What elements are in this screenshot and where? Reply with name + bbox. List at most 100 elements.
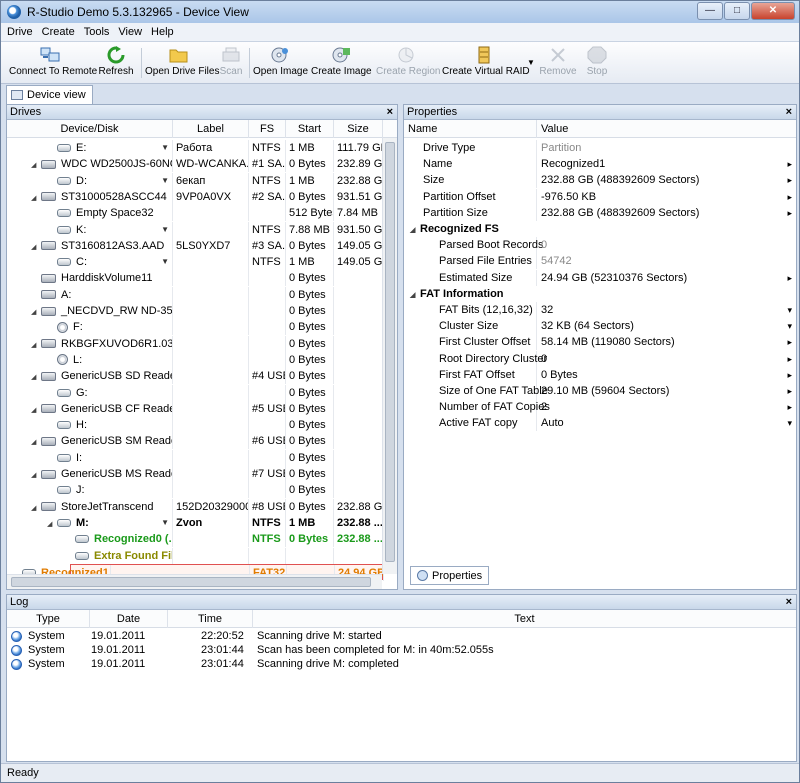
drive-row[interactable]: J: 0 Bytes [7,482,383,499]
drives-panel-close-icon[interactable]: × [387,105,393,120]
dropdown-arrow-icon[interactable]: ▼ [161,222,169,238]
menu-help[interactable]: Help [151,26,174,38]
property-arrow-icon[interactable]: ▸ [787,383,792,399]
property-row[interactable]: Partition Offset -976.50 KB ▸ [404,188,796,205]
create-virtual-raid-button[interactable]: Create Virtual RAID [442,44,530,82]
drive-row[interactable]: E: ▼ Работа NTFS 1 MB 111.79 GB [7,140,383,156]
property-row[interactable]: FAT Bits (12,16,32) 32 ▾ [404,302,796,318]
property-section[interactable]: ◢ FAT Information [404,286,796,302]
property-row[interactable]: First Cluster Offset 58.14 MB (119080 Sec… [404,334,796,351]
drive-row[interactable]: G: 0 Bytes [7,384,383,401]
col-label[interactable]: Label [173,120,249,138]
drive-row[interactable]: Extra Found Files [7,547,383,564]
property-row[interactable]: Partition Size 232.88 GB (488392609 Secto… [404,204,796,221]
dropdown-arrow-icon[interactable]: ▼ [161,515,169,531]
property-row[interactable]: Estimated Size 24.94 GB (52310376 Sectors… [404,269,796,286]
property-row[interactable]: Parsed Boot Records 0 [404,237,796,254]
property-value[interactable]: 32 KB (64 Sectors) ▾ [537,318,796,334]
menu-view[interactable]: View [118,26,142,38]
drive-row[interactable]: C: ▼ NTFS1 MB149.05 GB [7,254,383,271]
drive-row[interactable]: ◢ GenericUSB SM Reader... #6 USB0 Bytes [7,433,383,450]
property-value[interactable]: Recognized1 ▸ [537,156,796,172]
property-arrow-icon[interactable]: ▸ [787,367,792,383]
maximize-button[interactable]: □ [724,2,750,20]
drive-row[interactable]: ◢ RKBGFXUVOD6R1.03 0 Bytes [7,335,383,352]
drive-row[interactable]: ◢ GenericUSB CF Reader1... #5 USB0 Bytes [7,400,383,417]
expand-toggle-icon[interactable]: ◢ [31,435,41,449]
expand-toggle-icon[interactable]: ◢ [31,191,41,205]
property-row[interactable]: Size 232.88 GB (488392609 Sectors) ▸ [404,172,796,189]
drive-row[interactable]: D: ▼6екапNTFS1 MB232.88 GB [7,172,383,189]
property-row[interactable]: First FAT Offset 0 Bytes ▸ [404,366,796,383]
expand-toggle-icon[interactable]: ◢ [31,305,41,319]
property-arrow-icon[interactable]: ▾ [787,318,792,334]
col-size[interactable]: Size [334,120,383,138]
col-start[interactable]: Start [286,120,334,138]
dropdown-arrow-icon[interactable]: ▼ [161,254,169,270]
expand-toggle-icon[interactable]: ◢ [31,370,41,384]
log-panel-close-icon[interactable]: × [786,595,792,610]
drive-row[interactable]: HarddiskVolume11 0 Bytes [7,270,383,287]
property-arrow-icon[interactable]: ▸ [787,270,792,286]
menu-create[interactable]: Create [42,26,75,38]
property-arrow-icon[interactable]: ▸ [787,334,792,350]
log-row[interactable]: System 19.01.2011 22:20:52 Scanning drive M… [7,629,796,643]
property-arrow-icon[interactable]: ▸ [787,172,792,188]
property-value[interactable]: 24.94 GB (52310376 Sectors) ▸ [537,270,796,286]
expand-toggle-icon[interactable]: ◢ [31,240,41,254]
tab-device-view[interactable]: Device view [6,85,93,104]
expand-toggle-icon[interactable]: ◢ [31,468,41,482]
drive-row[interactable]: H: 0 Bytes [7,417,383,434]
connect-to-remote-button[interactable]: Connect To Remote [9,44,97,82]
property-value[interactable]: 58.14 MB (119080 Sectors) ▸ [537,334,796,350]
log-row[interactable]: System 19.01.2011 23:01:44 Scan has been co… [7,643,796,657]
title-bar[interactable]: R-Studio Demo 5.3.132965 - Device View —… [1,1,799,23]
property-arrow-icon[interactable]: ▾ [787,415,792,431]
property-row[interactable]: Name Recognized1 ▸ [404,156,796,173]
property-value[interactable]: 0 ▸ [537,351,796,367]
drive-row[interactable]: A: 0 Bytes [7,286,383,303]
drive-row[interactable]: ◢ M: ▼ Zvon NTFS 1 MB 232.88 ... [7,514,383,531]
create-region-button[interactable]: Create Region [376,44,440,82]
property-value[interactable]: -976.50 KB ▸ [537,189,796,205]
refresh-button[interactable]: Refresh [95,44,137,82]
drive-row[interactable]: I: 0 Bytes [7,449,383,466]
expand-toggle-icon[interactable]: ◢ [31,501,41,515]
property-arrow-icon[interactable]: ▸ [787,351,792,367]
property-arrow-icon[interactable]: ▸ [787,189,792,205]
property-arrow-icon[interactable]: ▾ [787,302,792,318]
property-row[interactable]: Parsed File Entries 54742 [404,253,796,270]
drive-row[interactable]: ◢ StoreJetTranscend 152D20329000#8 USB0 By… [7,498,383,515]
col-type[interactable]: Type [7,610,90,628]
open-drive-files-button[interactable]: Open Drive Files [145,44,219,82]
open-image-button[interactable]: Open Image [253,44,308,82]
expand-toggle-icon[interactable]: ◢ [47,517,57,531]
property-value[interactable]: 2 ▸ [537,399,796,415]
stop-button[interactable]: Stop [583,44,611,82]
drive-row[interactable]: L: 0 Bytes [7,351,383,368]
property-value[interactable]: Partition [537,140,796,156]
dropdown-arrow-icon[interactable]: ▼ [161,140,169,156]
property-value[interactable]: 232.88 GB (488392609 Sectors) ▸ [537,205,796,221]
drive-row[interactable]: ◢ ST3160812AS3.AAD 5LS0YXD7#3 SA...0 Bytes… [7,237,383,254]
property-row[interactable]: Size of One FAT Table 29.10 MB (59604 Sec… [404,383,796,399]
col-time[interactable]: Time [168,610,253,628]
menu-tools[interactable]: Tools [84,26,110,38]
property-arrow-icon[interactable]: ▸ [787,399,792,415]
property-value[interactable]: 32 ▾ [537,302,796,318]
drive-row[interactable]: ◢ GenericUSB SD Reader1... #4 USB0 Bytes [7,368,383,385]
property-value[interactable]: 0 Bytes ▸ [537,367,796,383]
property-value[interactable]: 232.88 GB (488392609 Sectors) ▸ [537,172,796,188]
drive-row[interactable]: ◢ ST31000528ASCC44 9VP0A0VX#2 SA...0 Bytes… [7,188,383,205]
property-row[interactable]: Root Directory Cluster 0 ▸ [404,350,796,367]
drives-horizontal-scrollbar[interactable] [7,574,382,589]
property-row[interactable]: Number of FAT Copies 2 ▸ [404,399,796,416]
minimize-button[interactable]: — [697,2,723,20]
menu-drive[interactable]: Drive [7,26,33,38]
drive-row[interactable]: Empty Space32 512 Bytes 7.84 MB [7,205,383,222]
drive-row[interactable]: F: 0 Bytes [7,319,383,336]
log-row[interactable]: System 19.01.2011 23:01:44 Scanning drive M… [7,657,796,671]
col-date[interactable]: Date [90,610,168,628]
drive-row[interactable]: K: ▼ NTFS7.88 MB931.50 GB [7,221,383,238]
expand-toggle-icon[interactable]: ◢ [31,403,41,417]
